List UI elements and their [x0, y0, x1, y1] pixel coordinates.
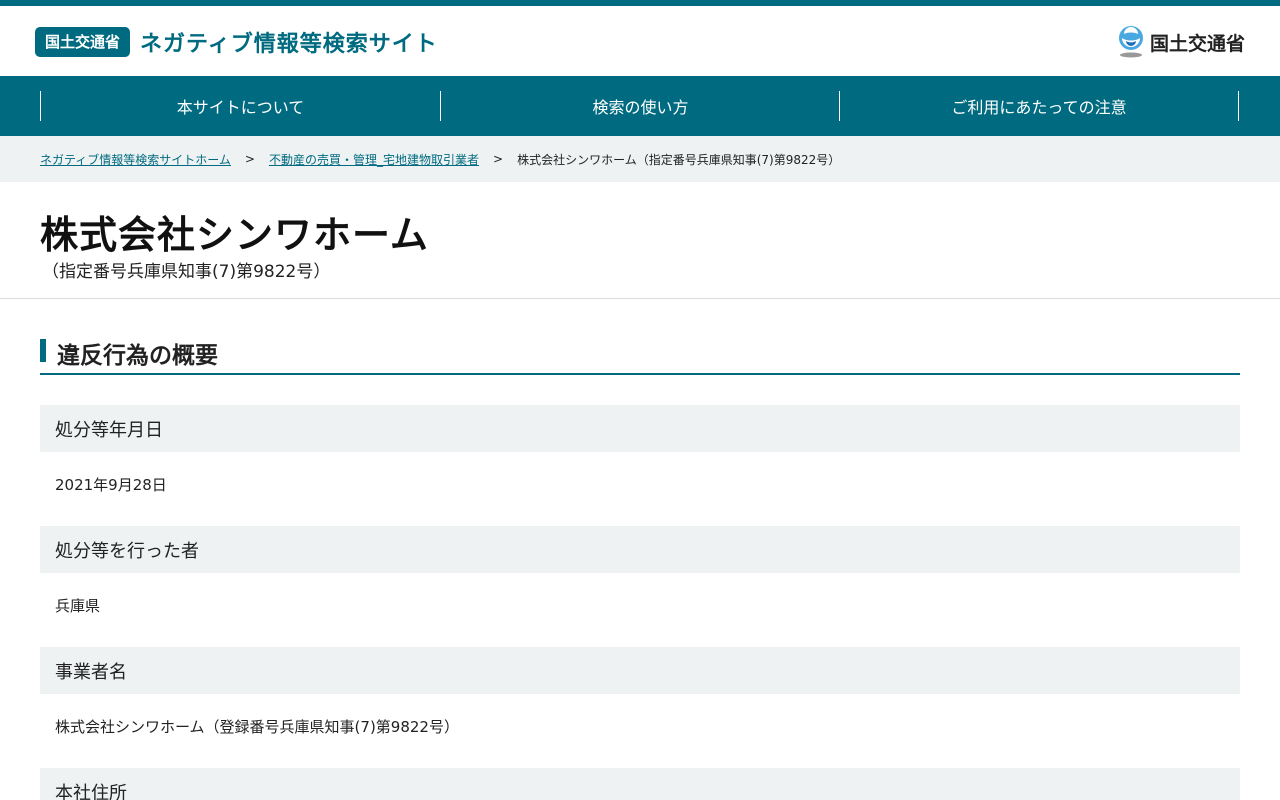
field-value-disposing-authority: 兵庫県: [55, 597, 101, 615]
field-label-head-office-address: 本社住所: [40, 768, 1240, 800]
nav-how-to-search[interactable]: 検索の使い方: [440, 91, 840, 121]
nav-usage-notes[interactable]: ご利用にあたっての注意: [839, 91, 1239, 121]
site-title: ネガティブ情報等検索サイト: [140, 32, 438, 57]
field-label-disposing-authority: 処分等を行った者: [40, 526, 1240, 573]
site-header: 国土交通省 ネガティブ情報等検索サイト 国土交通省: [0, 6, 1280, 76]
nav-about-site[interactable]: 本サイトについて: [40, 91, 440, 121]
breadcrumb-separator: >: [493, 152, 504, 166]
field-value-business-name: 株式会社シンワホーム（登録番号兵庫県知事(7)第9822号）: [55, 718, 459, 736]
page-heading: 株式会社シンワホーム （指定番号兵庫県知事(7)第9822号）: [0, 182, 1280, 299]
section-title: 違反行為の概要: [57, 343, 218, 369]
section-accent-bar: [40, 339, 46, 362]
section-heading: 違反行為の概要: [40, 336, 1240, 375]
ministry-name: 国土交通省: [1149, 32, 1245, 55]
breadcrumb-current: 株式会社シンワホーム（指定番号兵庫県知事(7)第9822号）: [517, 152, 841, 167]
field-label-business-name: 事業者名: [40, 647, 1240, 694]
ministry-logo[interactable]: 国土交通省: [1116, 25, 1245, 59]
mlit-logo-icon: [1118, 26, 1143, 58]
breadcrumb-category-link[interactable]: 不動産の売買・管理_宅地建物取引業者: [269, 151, 479, 168]
breadcrumb-home-link[interactable]: ネガティブ情報等検索サイトホーム: [40, 151, 231, 168]
global-nav: 本サイトについて 検索の使い方 ご利用にあたっての注意: [0, 76, 1280, 136]
page-subtitle: （指定番号兵庫県知事(7)第9822号）: [42, 262, 331, 282]
page-title: 株式会社シンワホーム: [40, 212, 429, 257]
breadcrumb-separator: >: [244, 152, 255, 166]
field-value-disposition-date: 2021年9月28日: [55, 476, 167, 494]
breadcrumb: ネガティブ情報等検索サイトホーム > 不動産の売買・管理_宅地建物取引業者 > …: [0, 136, 1280, 182]
ministry-badge: 国土交通省: [35, 27, 131, 57]
field-label-disposition-date: 処分等年月日: [40, 405, 1240, 452]
site-logo-link[interactable]: 国土交通省 ネガティブ情報等検索サイト: [35, 26, 438, 58]
